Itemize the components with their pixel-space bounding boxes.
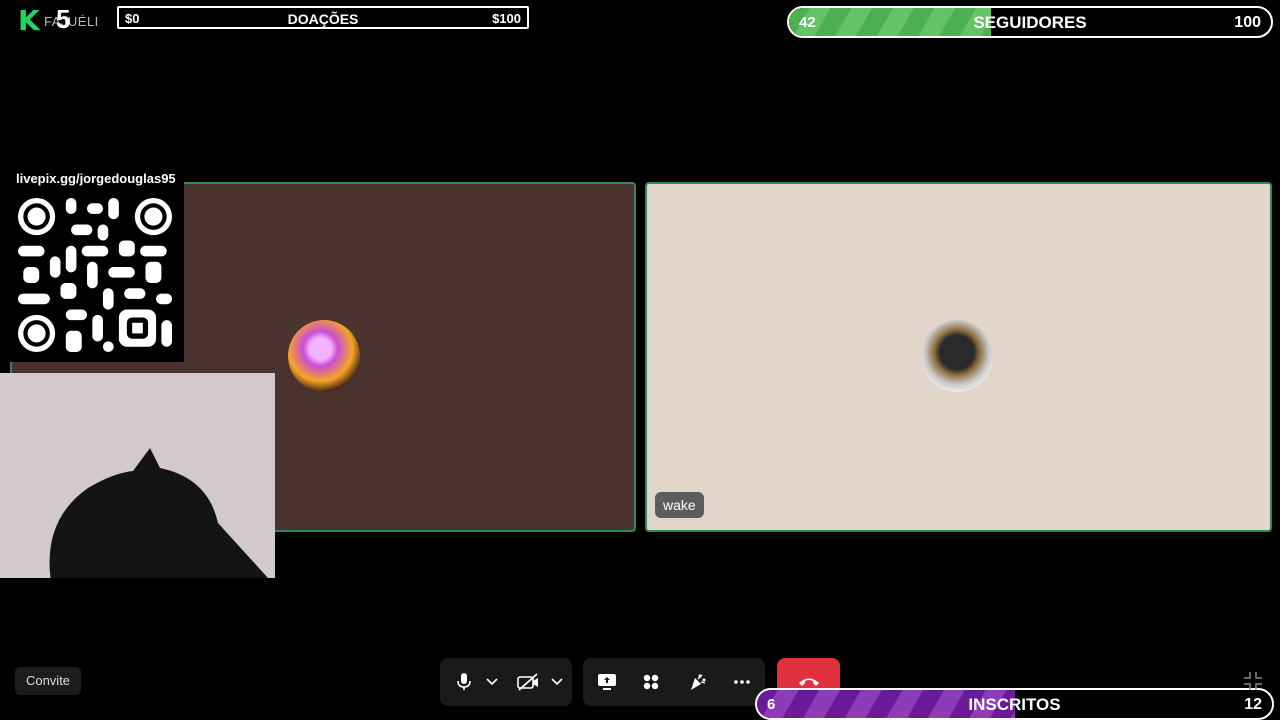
donations-title: DOAÇÕES [287,11,359,27]
participant-avatar [288,320,360,392]
more-options-button[interactable] [730,670,754,694]
microphone-button[interactable] [452,670,476,694]
followers-max: 100 [1234,14,1261,31]
action-controls [583,658,765,706]
participant-tile-2[interactable]: wake [645,182,1272,532]
participant-name-tag: wake [655,492,704,518]
webcam-person-silhouette [49,448,268,578]
camera-button[interactable] [516,670,540,694]
chevron-down-icon [551,678,563,686]
subscribers-title: INSCRITOS [968,695,1061,714]
self-webcam-view [0,373,275,578]
reactions-icon [691,674,706,690]
participant-avatar [921,320,993,392]
camera-options-button[interactable] [545,670,569,694]
stream-logo: FAJUÉLI K 5 [16,4,106,37]
minimize-icon[interactable] [1242,670,1264,692]
invite-button[interactable]: Convite [15,667,81,695]
pix-qr-panel: livepix.gg/jorgedouglas95 [10,168,184,362]
subscribers-goal-bar: 6 INSCRITOS 12 [755,688,1274,720]
donations-goal-bar: $0 DOAÇÕES $100 [117,6,529,29]
reactions-button[interactable] [685,670,709,694]
more-icon [734,680,750,684]
screen-share-icon [598,674,616,690]
share-screen-button[interactable] [595,670,619,694]
microphone-options-button[interactable] [480,670,504,694]
apps-icon [643,674,659,690]
streamer-name: FAJUÉLI [44,14,99,29]
donations-max: $100 [492,11,521,26]
logo-number: 5 [56,4,71,34]
followers-title: SEGUIDORES [973,13,1087,32]
chevron-down-icon [486,678,498,686]
logo-letter: K [18,4,40,37]
apps-button[interactable] [639,670,663,694]
pix-url: livepix.gg/jorgedouglas95 [16,171,176,186]
followers-goal-bar: 42 SEGUIDORES 100 [787,6,1273,38]
qr-code-icon [18,198,172,352]
subscribers-max: 12 [1244,696,1262,713]
camera-off-icon [517,673,538,691]
media-controls [440,658,572,706]
hang-up-icon [799,678,819,686]
microphone-icon [457,673,471,690]
